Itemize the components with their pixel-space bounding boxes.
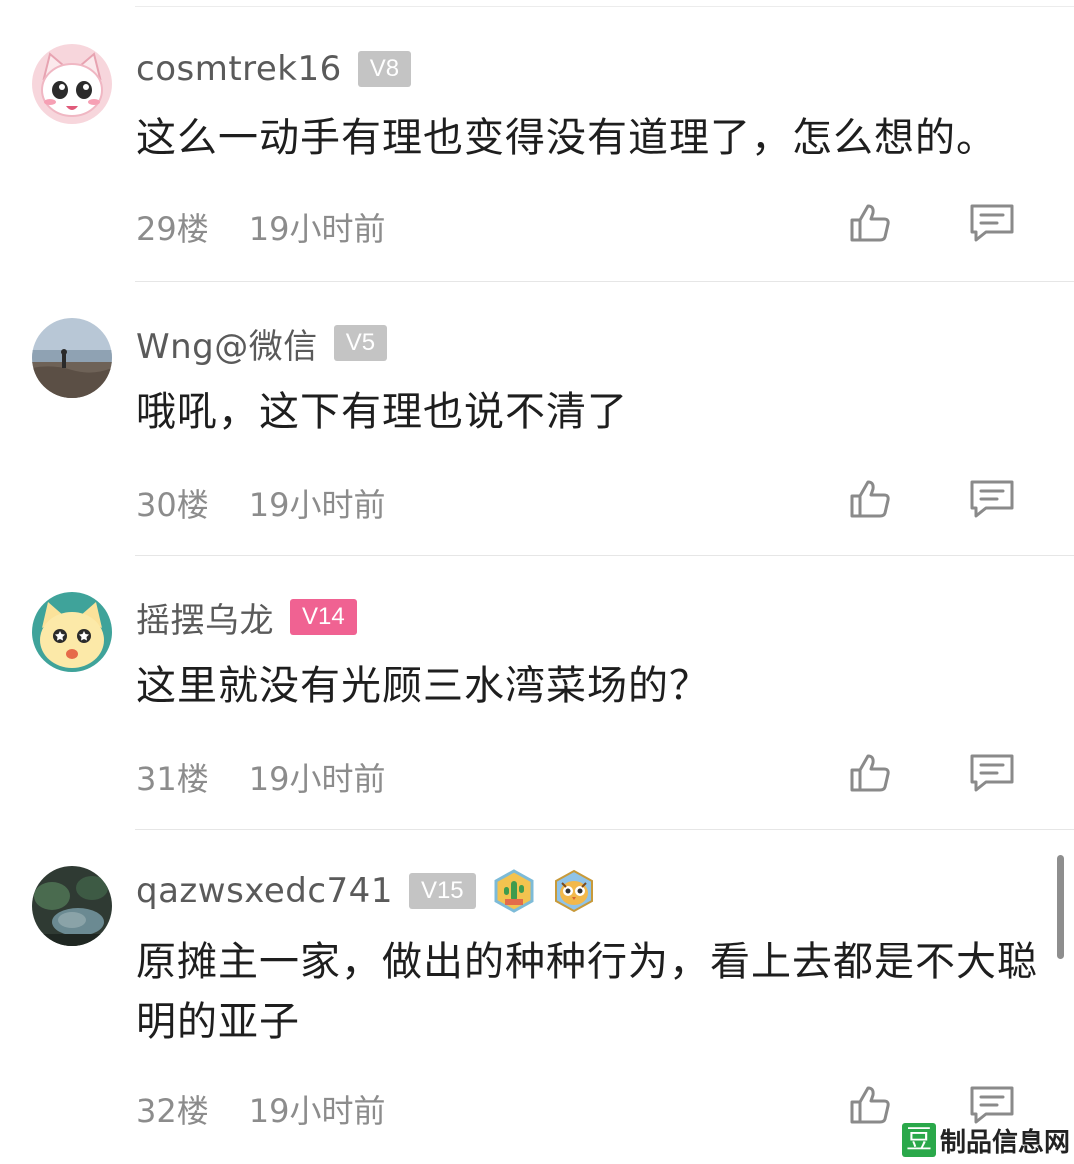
cactus-medal-icon[interactable] [492, 869, 536, 913]
owl-medal-icon[interactable] [552, 869, 596, 913]
watermark-text: 制品信息网 [939, 1127, 1070, 1158]
like-icon[interactable] [846, 748, 894, 796]
comment-meta: 32楼 19小时前 [136, 1086, 385, 1132]
like-icon[interactable] [846, 1080, 894, 1128]
level-badge: V8 [357, 51, 412, 87]
post-time: 19小时前 [248, 1092, 386, 1130]
post-time: 19小时前 [248, 486, 386, 524]
like-icon[interactable] [846, 198, 894, 246]
nature-photo-icon [32, 866, 112, 946]
watermark: 豆 制品信息网 [902, 1120, 1070, 1160]
comment-meta: 30楼 19小时前 [136, 480, 385, 526]
avatar[interactable] [32, 318, 112, 398]
yellow-cat-avatar-icon [32, 592, 112, 672]
comment-text: 哦吼，这下有理也说不清了 [136, 389, 628, 435]
avatar[interactable] [32, 44, 112, 124]
scrollbar[interactable] [1057, 855, 1064, 959]
watermark-logo: 豆 [902, 1123, 936, 1157]
comment-text: 这里就没有光顾三水湾菜场的？ [136, 663, 710, 709]
level-badge: V15 [408, 873, 476, 909]
like-icon[interactable] [846, 474, 894, 522]
reply-icon[interactable] [968, 198, 1016, 246]
post-time: 19小时前 [248, 760, 386, 798]
comment-item: qazwsxedc741 V15 原摊主一家，做出的种种行为，看上去都是不大聪明… [0, 830, 1074, 1164]
comment-item: 摇摆乌龙 V14 这里就没有光顾三水湾菜场的？ 31楼 19小时前 [0, 556, 1074, 830]
level-badge: V14 [290, 599, 357, 635]
cat-avatar-icon [32, 44, 112, 124]
username[interactable]: cosmtrek16 [136, 49, 342, 89]
reply-icon[interactable] [968, 748, 1016, 796]
name-row: 摇摆乌龙 V14 [136, 593, 357, 642]
level-badge: V5 [333, 325, 388, 361]
reply-icon[interactable] [968, 474, 1016, 522]
comment-item: Wng@微信 V5 哦吼，这下有理也说不清了 30楼 19小时前 [0, 282, 1074, 556]
floor-number: 29楼 [136, 210, 209, 248]
comment-text: 这么一动手有理也变得没有道理了，怎么想的。 [136, 115, 997, 161]
comment-meta: 31楼 19小时前 [136, 754, 385, 800]
floor-number: 30楼 [136, 486, 209, 524]
floor-number: 32楼 [136, 1092, 209, 1130]
post-time: 19小时前 [248, 210, 386, 248]
comment-item: cosmtrek16 V8 这么一动手有理也变得没有道理了，怎么想的。 29楼 … [0, 0, 1074, 282]
floor-number: 31楼 [136, 760, 209, 798]
comment-meta: 29楼 19小时前 [136, 204, 385, 250]
name-row: qazwsxedc741 V15 [136, 869, 596, 913]
name-row: cosmtrek16 V8 [136, 47, 412, 91]
avatar[interactable] [32, 592, 112, 672]
name-row: Wng@微信 V5 [136, 319, 388, 368]
comment-text: 原摊主一家，做出的种种行为，看上去都是不大聪明的亚子 [136, 939, 1038, 1045]
username[interactable]: 摇摆乌龙 [136, 593, 274, 642]
username[interactable]: Wng@微信 [136, 319, 318, 368]
seaside-photo-icon [32, 318, 112, 398]
avatar[interactable] [32, 866, 112, 946]
username[interactable]: qazwsxedc741 [136, 871, 393, 911]
